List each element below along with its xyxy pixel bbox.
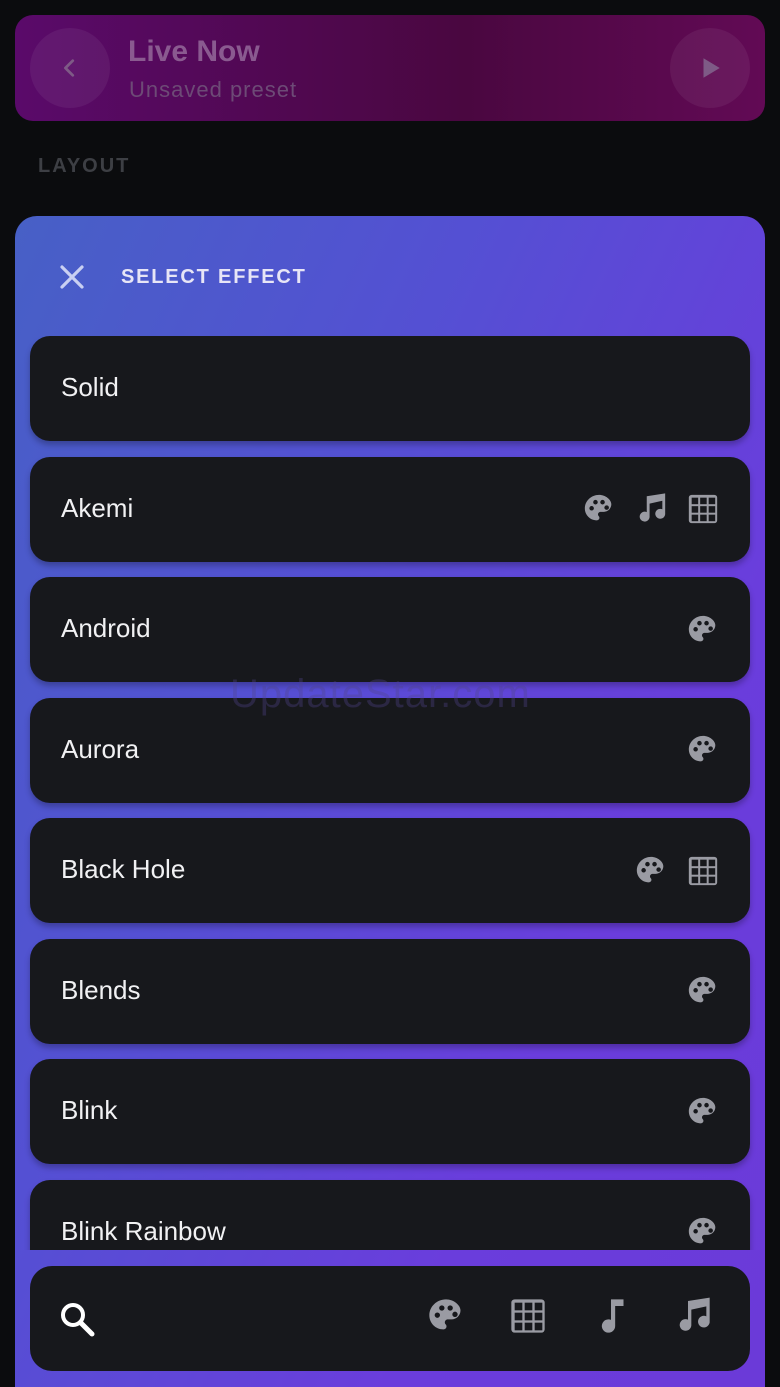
effect-name: Blink Rainbow [61, 1215, 226, 1246]
palette-icon [686, 1215, 720, 1249]
play-icon [703, 58, 720, 78]
effect-item[interactable]: Android [30, 577, 750, 682]
search-icon[interactable] [58, 1300, 96, 1338]
palette-icon [686, 733, 720, 767]
effect-name: Blink [61, 1095, 118, 1125]
effect-capability-icons [582, 457, 720, 562]
effect-item[interactable]: Solid [30, 336, 750, 441]
preset-title: Live Now [128, 35, 260, 68]
effect-capability-icons [634, 818, 720, 923]
effect-item[interactable]: Black Hole [30, 818, 750, 923]
effect-name: Akemi [61, 492, 134, 523]
effect-name: Black Hole [61, 854, 186, 884]
watermark: UpdateStar.com [230, 672, 531, 716]
effect-item[interactable]: Blink [30, 1059, 750, 1164]
preset-subtitle: Unsaved preset [129, 77, 298, 102]
effect-item[interactable]: Akemi [30, 456, 750, 562]
close-button[interactable] [55, 260, 89, 294]
palette-icon [582, 492, 616, 526]
effect-list[interactable]: Solid Akemi Android Aurora Black Hole Blends B… [15, 336, 765, 1250]
chevron-left-icon [64, 59, 75, 77]
back-button[interactable] [30, 28, 110, 108]
single-note-icon [591, 1296, 631, 1341]
play-button[interactable] [670, 28, 750, 108]
grid-icon [686, 854, 720, 888]
effect-name: Android [61, 613, 151, 643]
filter-palette-button[interactable] [425, 1297, 467, 1339]
effect-item[interactable]: Blink Rainbow [30, 1179, 750, 1251]
search-bar[interactable] [30, 1266, 750, 1371]
select-effect-sheet: SELECT EFFECT Solid Akemi Android Aurora Bla… [15, 216, 765, 1387]
palette-icon [686, 1095, 720, 1129]
effect-item[interactable]: Blends [30, 938, 750, 1044]
effect-capability-icons [686, 939, 720, 1044]
sheet-title: SELECT EFFECT [121, 266, 307, 288]
palette-icon [426, 1296, 466, 1341]
music-note-icon [634, 492, 668, 526]
effect-name: Solid [61, 372, 119, 402]
palette-icon [686, 974, 720, 1008]
close-icon [60, 265, 84, 289]
effect-capability-icons [686, 698, 720, 803]
music-note-icon [673, 1296, 713, 1341]
preset-header: Live Now Unsaved preset [15, 15, 765, 121]
effect-capability-icons [686, 577, 720, 682]
palette-icon [634, 854, 668, 888]
palette-icon [686, 613, 720, 647]
filter-music-note-button[interactable] [672, 1297, 714, 1339]
grid-icon [508, 1296, 548, 1341]
effect-capability-icons [686, 1059, 720, 1164]
layout-section-label: LAYOUT [38, 155, 131, 177]
grid-icon [686, 492, 720, 526]
sheet-header: SELECT EFFECT [15, 216, 765, 336]
effect-capability-icons [686, 1180, 720, 1251]
effect-name: Aurora [61, 733, 140, 764]
filter-grid-button[interactable] [507, 1297, 549, 1339]
effect-name: Blends [61, 974, 141, 1005]
filter-single-note-button[interactable] [590, 1297, 632, 1339]
